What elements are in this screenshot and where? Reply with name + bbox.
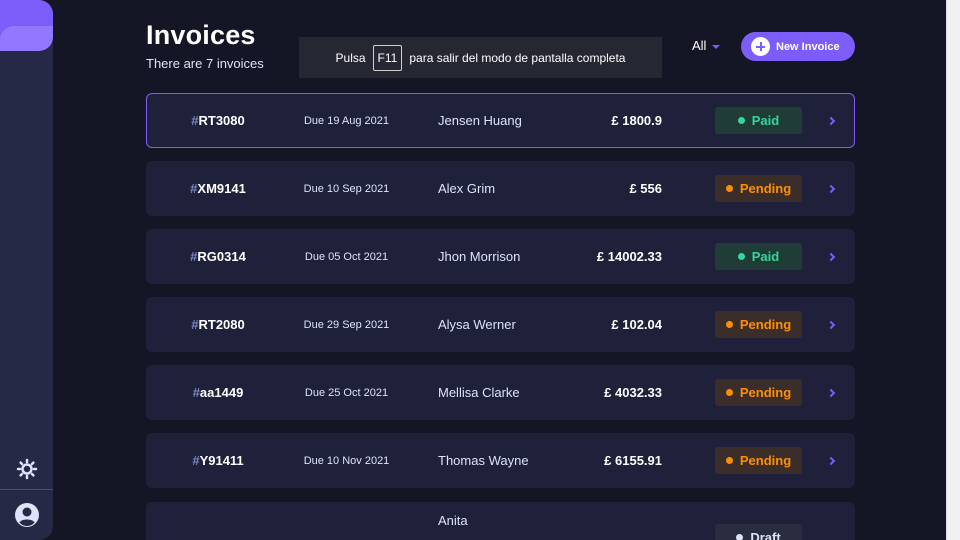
status-badge: Pending	[715, 447, 802, 474]
plus-icon	[751, 37, 770, 56]
chevron-right-icon[interactable]	[823, 162, 839, 215]
app-logo[interactable]	[0, 0, 53, 51]
invoice-id: #FV2353	[147, 525, 289, 540]
page-title: Invoices	[146, 20, 256, 50]
sidebar-divider	[0, 489, 53, 490]
status-badge: Paid	[715, 243, 802, 270]
chevron-right-icon[interactable]	[823, 230, 839, 283]
invoice-row[interactable]: #FV2353 Due 22 Nov 2021 Anita £ 3102.04 …	[146, 502, 855, 540]
invoice-row[interactable]: # RG0314 Due 05 Oct 2021 Jhon Morrison £ …	[146, 229, 855, 284]
chevron-right-icon[interactable]	[823, 434, 839, 487]
chevron-right-icon[interactable]	[823, 366, 839, 419]
status-badge: Paid	[715, 107, 802, 134]
invoice-amount: £ 1800.9	[611, 113, 662, 128]
filter-label: All	[692, 38, 707, 53]
invoice-row[interactable]: # RT2080 Due 29 Sep 2021 Alysa Werner £ 1…	[146, 297, 855, 352]
fullscreen-notice-prefix: Pulsa	[335, 50, 366, 65]
status-badge: Pending	[715, 175, 802, 202]
invoice-due-date: Due 19 Aug 2021	[303, 114, 390, 127]
invoice-amount: £ 6155.91	[604, 453, 662, 468]
status-dot-icon	[737, 117, 745, 124]
invoice-due-date: Due 05 Oct 2021	[304, 250, 389, 263]
invoice-row[interactable]: # Y91411 Due 10 Nov 2021 Thomas Wayne £ 6…	[146, 433, 855, 488]
invoice-due-date: Due 10 Nov 2021	[303, 454, 390, 467]
invoice-row[interactable]: # aa1449 Due 25 Oct 2021 Mellisa Clarke £…	[146, 365, 855, 420]
invoice-amount: £ 3102.04	[547, 525, 662, 540]
status-dot-icon	[737, 253, 745, 260]
page-scrollbar[interactable]	[946, 0, 960, 540]
invoice-due-date: Due 22 Nov 2021	[289, 525, 404, 540]
status-badge: Draft	[715, 524, 802, 540]
chevron-right-icon[interactable]	[823, 525, 839, 540]
status-dot-icon	[725, 389, 733, 396]
invoice-id: # RT2080	[191, 317, 245, 332]
theme-toggle-sun-icon[interactable]	[16, 458, 38, 480]
status-badge: Pending	[715, 311, 802, 338]
new-invoice-label: New Invoice	[776, 40, 840, 53]
invoice-row[interactable]: # XM9141 Due 10 Sep 2021 Alex Grim £ 556 …	[146, 161, 855, 216]
invoice-id: # RT3080	[191, 113, 245, 128]
new-invoice-button[interactable]: New Invoice	[741, 32, 855, 61]
fullscreen-key: F11	[372, 44, 403, 71]
status-dot-icon	[725, 321, 733, 328]
invoice-id: # Y91411	[192, 453, 244, 468]
chevron-right-icon[interactable]	[823, 94, 839, 147]
invoice-id: # aa1449	[192, 385, 244, 400]
status-filter[interactable]: All	[692, 38, 721, 53]
invoice-amount: £ 14002.33	[596, 249, 662, 264]
status-badge: Pending	[715, 379, 802, 406]
invoice-amount: £ 102.04	[611, 317, 662, 332]
invoice-amount: £ 4032.33	[604, 385, 662, 400]
invoice-count: There are 7 invoices	[146, 56, 264, 71]
status-dot-icon	[736, 534, 744, 540]
fullscreen-notice: Pulsa F11 para salir del modo de pantall…	[299, 37, 662, 78]
invoice-due-date: Due 10 Sep 2021	[303, 182, 390, 195]
fullscreen-notice-suffix: para salir del modo de pantalla completa	[409, 50, 626, 65]
invoice-due-date: Due 29 Sep 2021	[303, 318, 390, 331]
chevron-down-icon	[712, 44, 721, 49]
invoice-amount: £ 556	[629, 181, 662, 196]
status-dot-icon	[725, 457, 733, 464]
user-avatar-icon[interactable]	[14, 502, 40, 528]
invoice-id: # RG0314	[190, 249, 246, 264]
sidebar	[0, 0, 53, 540]
chevron-right-icon[interactable]	[823, 298, 839, 351]
invoice-row[interactable]: # RT3080 Due 19 Aug 2021 Jensen Huang £ 1…	[146, 93, 855, 148]
invoice-due-date: Due 25 Oct 2021	[304, 386, 389, 399]
invoice-id: # XM9141	[190, 181, 246, 196]
status-dot-icon	[725, 185, 733, 192]
